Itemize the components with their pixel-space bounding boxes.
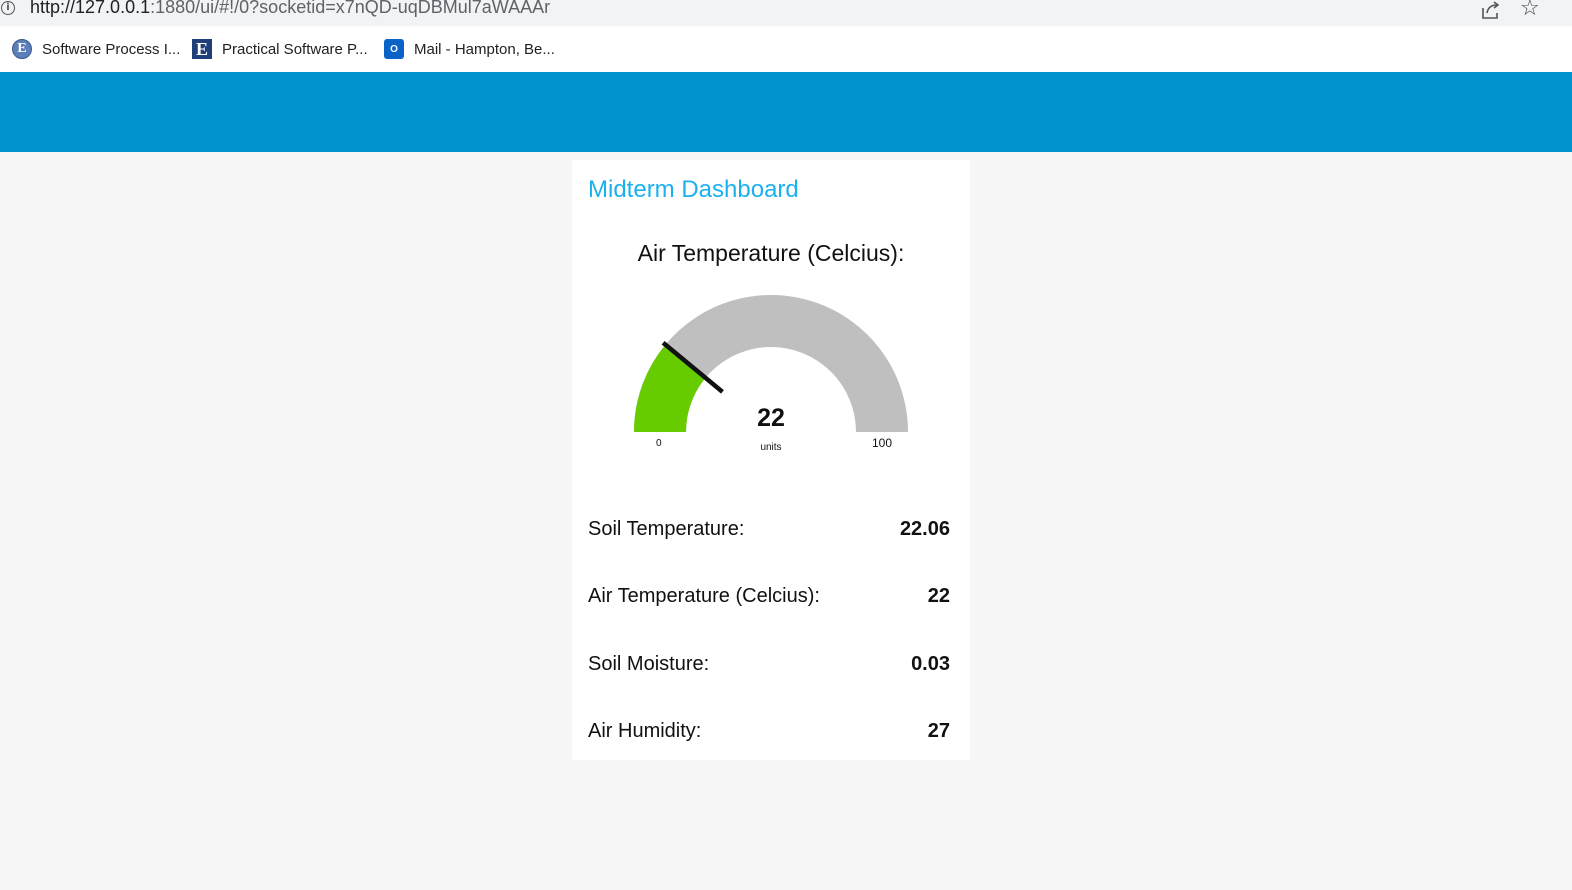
- bookmarks-bar: E Software Process I... E Practical Soft…: [0, 26, 1572, 72]
- bookmark-mail[interactable]: O Mail - Hampton, Be...: [384, 38, 555, 60]
- reading-air-temperature: Air Temperature (Celcius): 22: [588, 581, 950, 611]
- gauge-value: 22: [757, 404, 785, 432]
- reading-label: Air Temperature (Celcius):: [588, 584, 820, 607]
- reading-value: 0.03: [911, 652, 950, 675]
- address-bar[interactable]: i http://127.0.0.1:1880/ui/#!/0?socketid…: [0, 0, 1572, 26]
- reading-value: 22.06: [899, 517, 950, 540]
- reading-label: Soil Temperature:: [588, 517, 745, 540]
- reading-value: 27: [927, 719, 950, 742]
- reading-soil-temperature: Soil Temperature: 22.06: [588, 514, 950, 544]
- dashboard-card: Midterm Dashboard Air Temperature (Celci…: [572, 160, 970, 760]
- bookmark-label: Software Process I...: [42, 40, 181, 58]
- bookmark-software-process[interactable]: E Software Process I...: [12, 38, 180, 60]
- gauge-min-label: 0: [656, 438, 662, 449]
- url-text[interactable]: http://127.0.0.1:1880/ui/#!/0?socketid=x…: [30, 0, 550, 18]
- url-path: :1880/ui/#!/0?socketid=x7nQD-uqDBMul7aWA…: [150, 0, 551, 17]
- reading-label: Soil Moisture:: [588, 652, 710, 675]
- bookmark-star-icon[interactable]: ☆: [1520, 0, 1540, 19]
- bookmark-practical-software[interactable]: E Practical Software P...: [192, 38, 368, 60]
- share-icon[interactable]: [1480, 0, 1502, 20]
- info-icon[interactable]: i: [1, 1, 15, 15]
- card-title: Midterm Dashboard: [588, 176, 799, 203]
- dashboard-header: [0, 72, 1572, 152]
- bookmark-icon: E: [192, 39, 212, 59]
- reading-value: 22: [927, 584, 950, 607]
- gauge-units: units: [760, 442, 782, 453]
- reading-label: Air Humidity:: [588, 719, 702, 742]
- reading-air-humidity: Air Humidity: 27: [588, 716, 950, 746]
- bookmark-icon: E: [12, 39, 32, 59]
- gauge-title: Air Temperature (Celcius):: [637, 240, 905, 266]
- gauge-max-label: 100: [872, 436, 893, 450]
- bookmark-label: Practical Software P...: [222, 40, 368, 58]
- bookmark-label: Mail - Hampton, Be...: [414, 40, 555, 58]
- url-host: http://127.0.0.1: [30, 0, 151, 17]
- reading-soil-moisture: Soil Moisture: 0.03: [588, 649, 950, 679]
- outlook-icon: O: [384, 39, 404, 59]
